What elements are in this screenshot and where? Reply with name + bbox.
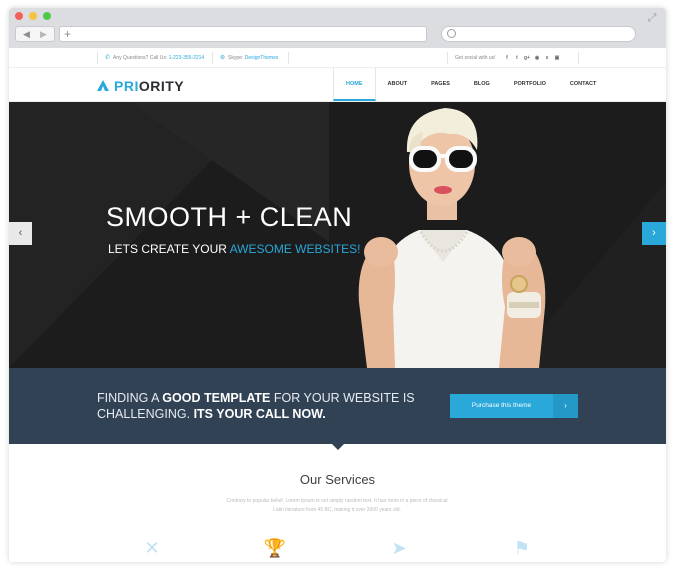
minimize-window-button[interactable] (29, 12, 37, 20)
close-window-button[interactable] (15, 12, 23, 20)
dribbble-icon[interactable]: ◉ (532, 48, 542, 68)
tools-icon: ✕ (144, 538, 160, 558)
site-logo[interactable]: PRIORITY (97, 78, 184, 94)
flag-icon: ⚑ (513, 538, 531, 558)
twitter-icon[interactable]: t (512, 48, 522, 68)
divider (578, 52, 579, 64)
divider (288, 52, 289, 64)
hero-slider: SMOOTH + CLEAN LETS CREATE YOUR AWESOME … (9, 102, 666, 368)
hero-model-image (358, 108, 546, 368)
browser-search-input[interactable] (441, 26, 636, 42)
skype-label: Skype: (228, 55, 244, 61)
menu-item-pages[interactable]: PAGES (419, 68, 462, 101)
youtube-icon[interactable]: ▣ (552, 48, 562, 68)
menu-item-home[interactable]: HOME (333, 68, 376, 101)
menu-item-about[interactable]: ABOUT (376, 68, 420, 101)
call-to-action-bar: FINDING A GOOD TEMPLATE FOR YOUR WEBSITE… (9, 368, 666, 444)
hero-subtitle-prefix: LETS CREATE YOUR (108, 242, 230, 256)
address-bar[interactable]: + (59, 26, 427, 42)
forward-button[interactable]: ▶ (40, 27, 47, 41)
paper-plane-icon: ➤ (391, 538, 407, 558)
purchase-theme-button[interactable]: Purchase this theme › (450, 394, 578, 418)
divider (97, 52, 98, 64)
social-links: f t g+ ◉ s ▣ (502, 48, 562, 68)
slider-next-button[interactable]: › (642, 222, 666, 245)
browser-chrome: ⤢ ◀ ▶ + (9, 8, 666, 48)
site-header: PRIORITY HOME ABOUT PAGES BLOG PORTFOLIO… (9, 68, 666, 102)
google-plus-icon[interactable]: g+ (522, 48, 532, 68)
phone-icon: ✆ (105, 55, 111, 61)
services-description-line: Latin literature from 45 BC, making it o… (273, 507, 401, 513)
services-description-line: Contrary to popular belief, Lorem Ipsum … (226, 498, 448, 504)
menu-item-blog[interactable]: BLOG (462, 68, 502, 101)
new-tab-icon[interactable]: + (64, 27, 71, 41)
cta-text: FINDING A GOOD TEMPLATE FOR YOUR WEBSITE… (97, 390, 415, 422)
phone-label: Any Questions? Call Us: (113, 55, 168, 61)
divider (447, 52, 448, 64)
logo-icon (97, 80, 110, 92)
menu-item-portfolio[interactable]: PORTFOLIO (502, 68, 558, 101)
contact-skype: ⊛ Skype: DesignThemes (220, 48, 278, 68)
phone-number[interactable]: 1-223-355-2214 (169, 55, 205, 61)
cta-text-part: CHALLENGING. (97, 407, 194, 421)
logo-accent: PRI (114, 78, 139, 94)
hero-subtitle-accent: AWESOME WEBSITES! (229, 242, 361, 256)
hero-title: SMOOTH + CLEAN (106, 202, 353, 232)
skype-name[interactable]: DesignThemes (245, 55, 279, 61)
history-nav: ◀ ▶ (15, 26, 55, 42)
cta-text-part: FINDING A (97, 391, 163, 405)
facebook-icon[interactable]: f (502, 48, 512, 68)
chevron-right-icon: › (553, 394, 578, 418)
divider (212, 52, 213, 64)
fullscreen-icon[interactable]: ⤢ (646, 12, 658, 24)
hero-subtitle: LETS CREATE YOUR AWESOME WEBSITES! (108, 242, 361, 256)
maximize-window-button[interactable] (43, 12, 51, 20)
skype-social-icon[interactable]: s (542, 48, 552, 68)
back-button[interactable]: ◀ (23, 27, 30, 41)
cta-text-bold: ITS YOUR CALL NOW. (193, 407, 326, 421)
cta-text-part: FOR YOUR WEBSITE IS (270, 391, 415, 405)
contact-phone: ✆ Any Questions? Call Us: 1-223-355-2214 (105, 48, 204, 68)
menu-item-contact[interactable]: CONTACT (558, 68, 608, 101)
skype-icon: ⊛ (220, 55, 226, 61)
services-section: Our Services Contrary to popular belief,… (9, 444, 666, 562)
trophy-icon: 🏆 (263, 538, 287, 558)
logo-text: PRIORITY (114, 78, 184, 94)
services-title: Our Services (299, 472, 376, 487)
main-menu: HOME ABOUT PAGES BLOG PORTFOLIO CONTACT (333, 68, 608, 101)
cta-pointer (332, 444, 344, 450)
site-topbar: ✆ Any Questions? Call Us: 1-223-355-2214 … (9, 48, 666, 68)
browser-window: ⤢ ◀ ▶ + ✆ Any Questions? Call Us: 1-223-3… (9, 8, 666, 562)
logo-rest: ORITY (138, 78, 185, 94)
cta-text-bold: GOOD TEMPLATE (162, 391, 271, 405)
slider-prev-button[interactable]: ‹ (9, 222, 32, 245)
purchase-button-label: Purchase this theme (471, 402, 532, 409)
social-label: Get social with us! (455, 55, 496, 61)
services-description: Contrary to popular belief, Lorem Ipsum … (207, 497, 467, 515)
search-icon (447, 29, 456, 38)
